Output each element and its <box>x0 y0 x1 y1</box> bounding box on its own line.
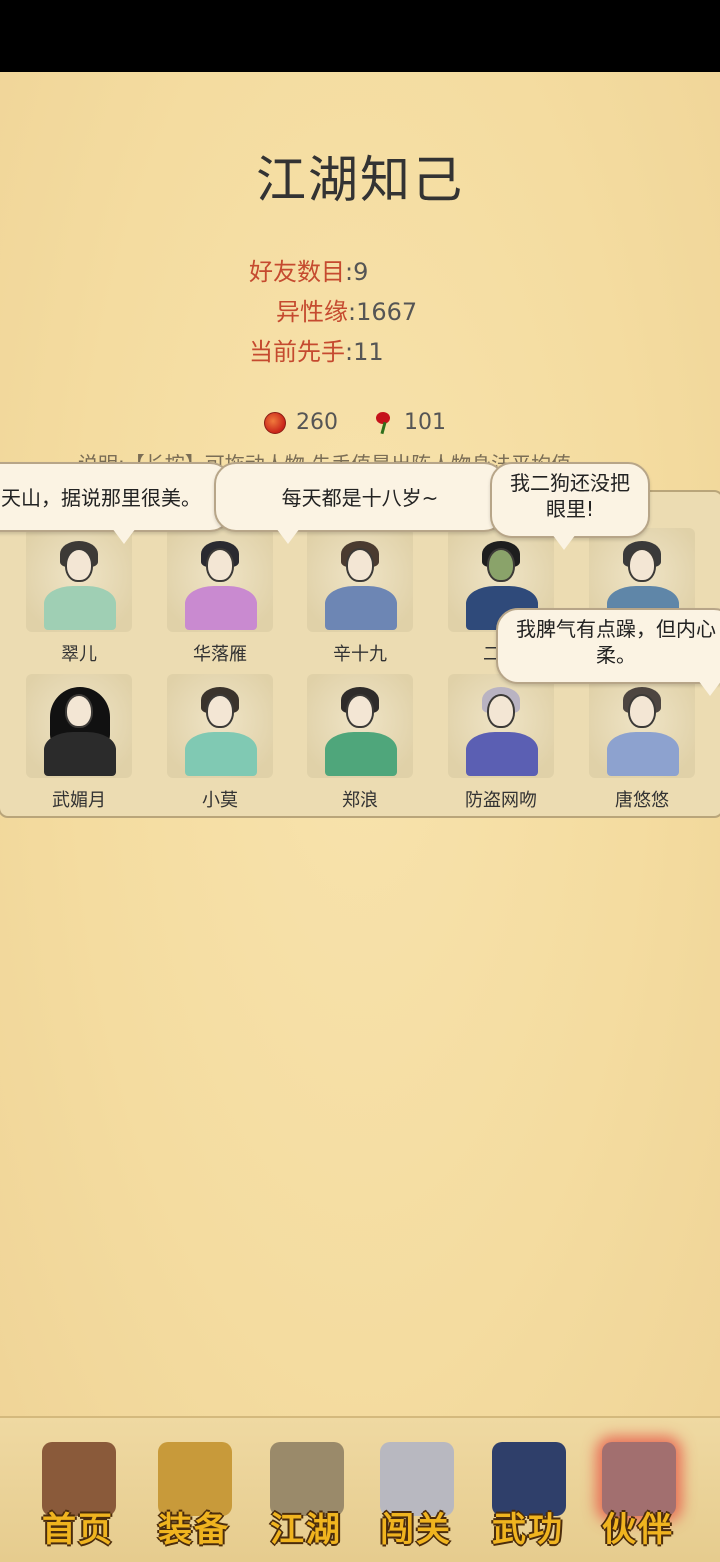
friend-portrait <box>167 528 273 632</box>
nav-companions[interactable]: 伙伴 <box>588 1434 688 1550</box>
friend-card[interactable]: 辛十九 <box>307 528 417 665</box>
friend-card[interactable]: 郑浪 <box>307 674 417 811</box>
friends-count: 好友数目:9 <box>249 252 368 287</box>
friend-card[interactable]: 华落雁 <box>167 528 277 665</box>
friend-card[interactable]: 防盗网吻 <box>448 674 558 811</box>
friend-name: 唐悠悠 <box>615 790 669 811</box>
friend-card[interactable]: 唐悠悠 <box>589 674 699 811</box>
friend-portrait <box>26 674 132 778</box>
speech-bubble: 我脾气有点躁，但内心 柔。 <box>496 608 720 696</box>
speech-bubble: 我二狗还没把 眼里! <box>490 462 650 550</box>
companions-page: 江湖知己 好友数目:9 异性缘:1667 当前先手:11 260 101 说明:… <box>0 72 720 1560</box>
friend-name: 武媚月 <box>52 790 106 811</box>
friend-name: 小莫 <box>202 790 238 811</box>
page-title: 江湖知己 <box>256 151 464 209</box>
friend-name: 辛十九 <box>333 644 387 665</box>
speech-bubble: 天山，据说那里很美。 <box>0 462 232 544</box>
affinity-value: :1667 <box>348 298 418 326</box>
friend-name: 防盗网吻 <box>465 790 537 811</box>
speech-bubble: 每天都是十八岁~ <box>214 462 506 544</box>
status-bar <box>0 0 720 72</box>
rose-currency: 101 <box>372 410 446 435</box>
friends-count-label: 好友数目 <box>249 258 345 286</box>
friend-portrait <box>448 674 554 778</box>
nav-challenge[interactable]: 闯关 <box>366 1434 466 1550</box>
affinity-label: 异性缘 <box>276 298 348 326</box>
friend-name: 郑浪 <box>342 790 378 811</box>
initiative-value: :11 <box>345 338 384 366</box>
wine-pot-currency: 260 <box>264 410 338 435</box>
friend-card[interactable]: 翠儿 <box>26 528 136 665</box>
wine-pot-icon <box>264 411 286 434</box>
friend-portrait <box>307 674 413 778</box>
nav-jianghu[interactable]: 江湖 <box>256 1434 356 1550</box>
nav-martial-arts[interactable]: 武功 <box>478 1434 578 1550</box>
initiative-label: 当前先手 <box>249 338 345 366</box>
friend-card[interactable]: 武媚月 <box>26 674 136 811</box>
bottom-nav: 首页 装备 江湖 闯关 武功 伙伴 <box>0 1416 720 1562</box>
initiative: 当前先手:11 <box>249 332 384 367</box>
friends-count-value: :9 <box>345 258 369 286</box>
friend-name: 华落雁 <box>193 644 247 665</box>
friend-card[interactable]: 小莫 <box>167 674 277 811</box>
friend-portrait <box>167 674 273 778</box>
friend-portrait <box>307 528 413 632</box>
nav-home[interactable]: 首页 <box>28 1434 128 1550</box>
wine-pot-count: 260 <box>296 410 338 435</box>
friend-portrait <box>589 674 695 778</box>
affinity: 异性缘:1667 <box>276 292 417 327</box>
friend-name: 翠儿 <box>61 644 97 665</box>
nav-equipment[interactable]: 装备 <box>144 1434 244 1550</box>
rose-count: 101 <box>404 410 446 435</box>
rose-icon <box>372 411 394 434</box>
